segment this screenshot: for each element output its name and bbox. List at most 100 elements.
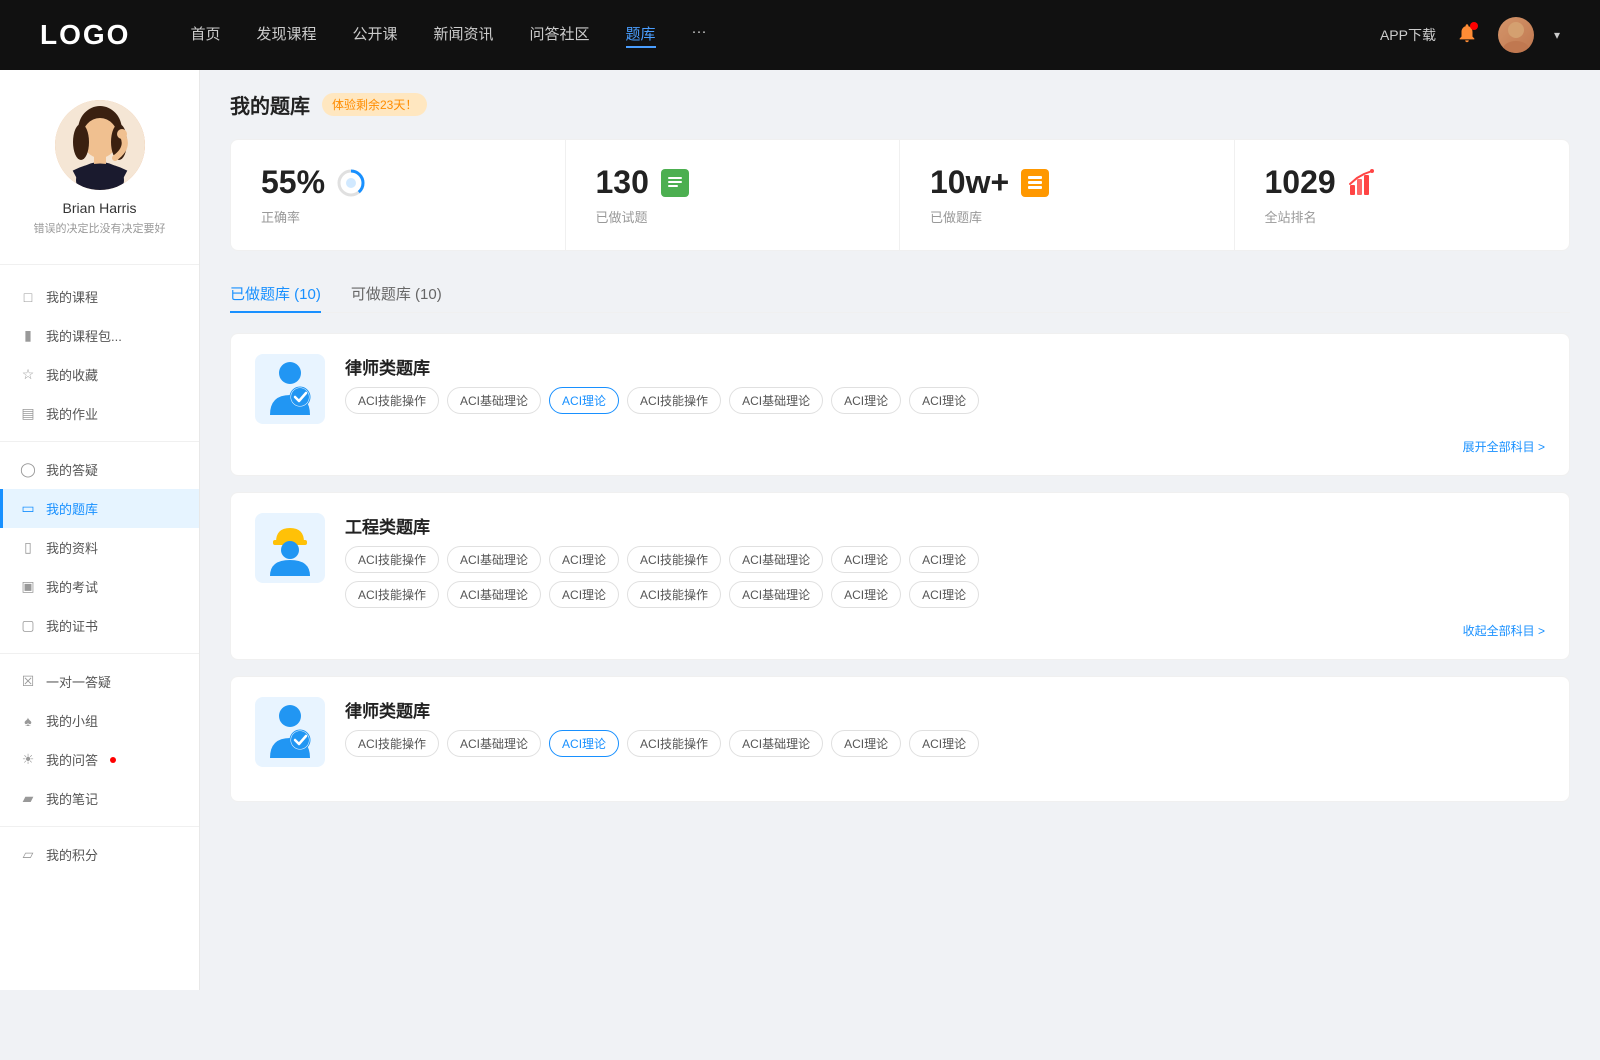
sidebar-item-label: 我的资料 <box>46 538 98 557</box>
cert-icon: ▢ <box>20 618 36 634</box>
tag[interactable]: ACI基础理论 <box>729 387 823 414</box>
sidebar-item-points[interactable]: ▱ 我的积分 <box>0 835 199 874</box>
user-avatar[interactable] <box>1498 17 1534 53</box>
lawyer2-icon-wrap <box>255 697 325 767</box>
sidebar-item-data[interactable]: ▯ 我的资料 <box>0 528 199 567</box>
stat-accuracy-value: 55% <box>261 164 325 201</box>
tag[interactable]: ACI理论 <box>831 581 901 608</box>
accuracy-chart-icon <box>335 167 367 199</box>
group-icon: ♠ <box>20 713 36 729</box>
app-download-btn[interactable]: APP下载 <box>1380 25 1436 45</box>
question-icon: ◯ <box>20 462 36 478</box>
tag[interactable]: ACI技能操作 <box>627 730 721 757</box>
sidebar-item-qa[interactable]: ◯ 我的答疑 <box>0 450 199 489</box>
sidebar-item-quiz[interactable]: ▭ 我的题库 <box>0 489 199 528</box>
nav-qa[interactable]: 问答社区 <box>530 23 590 48</box>
tag[interactable]: ACI技能操作 <box>627 546 721 573</box>
sidebar-item-label: 我的课程包... <box>46 326 122 345</box>
done-questions-icon <box>659 167 691 199</box>
sidebar-item-label: 我的作业 <box>46 404 98 423</box>
tag[interactable]: ACI技能操作 <box>345 581 439 608</box>
sidebar-item-package[interactable]: ▮ 我的课程包... <box>0 316 199 355</box>
user-dropdown-arrow[interactable]: ▾ <box>1554 28 1560 42</box>
tag[interactable]: ACI理论 <box>549 581 619 608</box>
tag[interactable]: ACI技能操作 <box>345 387 439 414</box>
tag[interactable]: ACI技能操作 <box>627 387 721 414</box>
tab-available[interactable]: 可做题库 (10) <box>351 275 442 312</box>
star-icon: ☆ <box>20 367 36 383</box>
expand-btn-lawyer1[interactable]: 展开全部科目 > <box>1463 438 1545 455</box>
sidebar-motto: 错误的决定比没有决定要好 <box>34 220 166 236</box>
tag[interactable]: ACI理论 <box>549 546 619 573</box>
sidebar-item-cert[interactable]: ▢ 我的证书 <box>0 606 199 645</box>
stat-accuracy: 55% 正确率 <box>231 140 566 250</box>
lawyer-icon-wrap <box>255 354 325 424</box>
tags-row1-engineer1: ACI技能操作 ACI基础理论 ACI理论 ACI技能操作 ACI基础理论 AC… <box>345 546 1545 573</box>
tag[interactable]: ACI技能操作 <box>345 546 439 573</box>
category-title-engineer1: 工程类题库 <box>345 513 1545 538</box>
homework-icon: ▤ <box>20 406 36 422</box>
stat-banks-label: 已做题库 <box>930 207 1204 226</box>
sidebar-item-group[interactable]: ♠ 我的小组 <box>0 701 199 740</box>
qa-notification-dot <box>110 757 116 763</box>
tag[interactable]: ACI理论 <box>909 581 979 608</box>
tag[interactable]: ACI基础理论 <box>447 730 541 757</box>
nav-opencourse[interactable]: 公开课 <box>352 23 397 48</box>
lawyer-figure-icon <box>262 359 318 419</box>
sidebar-item-note[interactable]: ▰ 我的笔记 <box>0 779 199 818</box>
sidebar-item-label: 我的考试 <box>46 577 98 596</box>
tag[interactable]: ACI基础理论 <box>729 730 823 757</box>
sidebar-item-label: 我的积分 <box>46 845 98 864</box>
tag-active[interactable]: ACI理论 <box>549 387 619 414</box>
tag[interactable]: ACI基础理论 <box>447 546 541 573</box>
note-icon: ▰ <box>20 791 36 807</box>
tag-active[interactable]: ACI理论 <box>549 730 619 757</box>
nav-news[interactable]: 新闻资讯 <box>434 23 494 48</box>
exam-icon: ▣ <box>20 579 36 595</box>
tag[interactable]: ACI理论 <box>909 387 979 414</box>
tag[interactable]: ACI基础理论 <box>729 581 823 608</box>
nav-quiz[interactable]: 题库 <box>626 23 656 48</box>
tag[interactable]: ACI理论 <box>831 387 901 414</box>
trial-badge: 体验剩余23天！ <box>322 93 427 116</box>
nav-home[interactable]: 首页 <box>190 23 220 48</box>
sidebar-item-favorites[interactable]: ☆ 我的收藏 <box>0 355 199 394</box>
main-content: 我的题库 体验剩余23天！ 55% 正确率 <box>200 70 1600 990</box>
tab-done[interactable]: 已做题库 (10) <box>230 275 321 312</box>
tag[interactable]: ACI基础理论 <box>447 581 541 608</box>
tag[interactable]: ACI技能操作 <box>627 581 721 608</box>
sidebar-item-myqa[interactable]: ☀ 我的问答 <box>0 740 199 779</box>
tag[interactable]: ACI理论 <box>831 730 901 757</box>
sidebar-item-course[interactable]: □ 我的课程 <box>0 277 199 316</box>
sidebar-username: Brian Harris <box>63 200 137 216</box>
header: LOGO 首页 发现课程 公开课 新闻资讯 问答社区 题库 ··· APP下载 … <box>0 0 1600 70</box>
chat-icon: ☒ <box>20 674 36 690</box>
stat-banks-value: 10w+ <box>930 164 1009 201</box>
quiz-tabs: 已做题库 (10) 可做题库 (10) <box>230 275 1570 313</box>
tag[interactable]: ACI理论 <box>909 546 979 573</box>
tag[interactable]: ACI技能操作 <box>345 730 439 757</box>
collapse-btn-engineer1[interactable]: 收起全部科目 > <box>1463 622 1545 639</box>
nav-more[interactable]: ··· <box>692 23 707 48</box>
tag[interactable]: ACI基础理论 <box>447 387 541 414</box>
stat-rank-label: 全站排名 <box>1265 207 1540 226</box>
tag[interactable]: ACI理论 <box>909 730 979 757</box>
tag[interactable]: ACI基础理论 <box>729 546 823 573</box>
page-title: 我的题库 <box>230 90 310 119</box>
sidebar-divider-4 <box>0 826 199 827</box>
sidebar-item-onetone[interactable]: ☒ 一对一答疑 <box>0 662 199 701</box>
nav-discover[interactable]: 发现课程 <box>256 23 316 48</box>
tag[interactable]: ACI理论 <box>831 546 901 573</box>
sidebar-item-label: 我的答疑 <box>46 460 98 479</box>
sidebar-item-exam[interactable]: ▣ 我的考试 <box>0 567 199 606</box>
category-title-lawyer1: 律师类题库 <box>345 354 1545 379</box>
engineer-icon-wrap <box>255 513 325 583</box>
category-card-lawyer1: 律师类题库 ACI技能操作 ACI基础理论 ACI理论 ACI技能操作 ACI基… <box>230 333 1570 476</box>
notification-bell[interactable] <box>1456 22 1478 49</box>
stat-done-value: 130 <box>596 164 649 201</box>
stat-done-banks: 10w+ 已做题库 <box>900 140 1235 250</box>
layout: Brian Harris 错误的决定比没有决定要好 □ 我的课程 ▮ 我的课程包… <box>0 70 1600 990</box>
sidebar-item-homework[interactable]: ▤ 我的作业 <box>0 394 199 433</box>
stat-rank-value: 1029 <box>1265 164 1336 201</box>
stat-done-label: 已做试题 <box>596 207 870 226</box>
